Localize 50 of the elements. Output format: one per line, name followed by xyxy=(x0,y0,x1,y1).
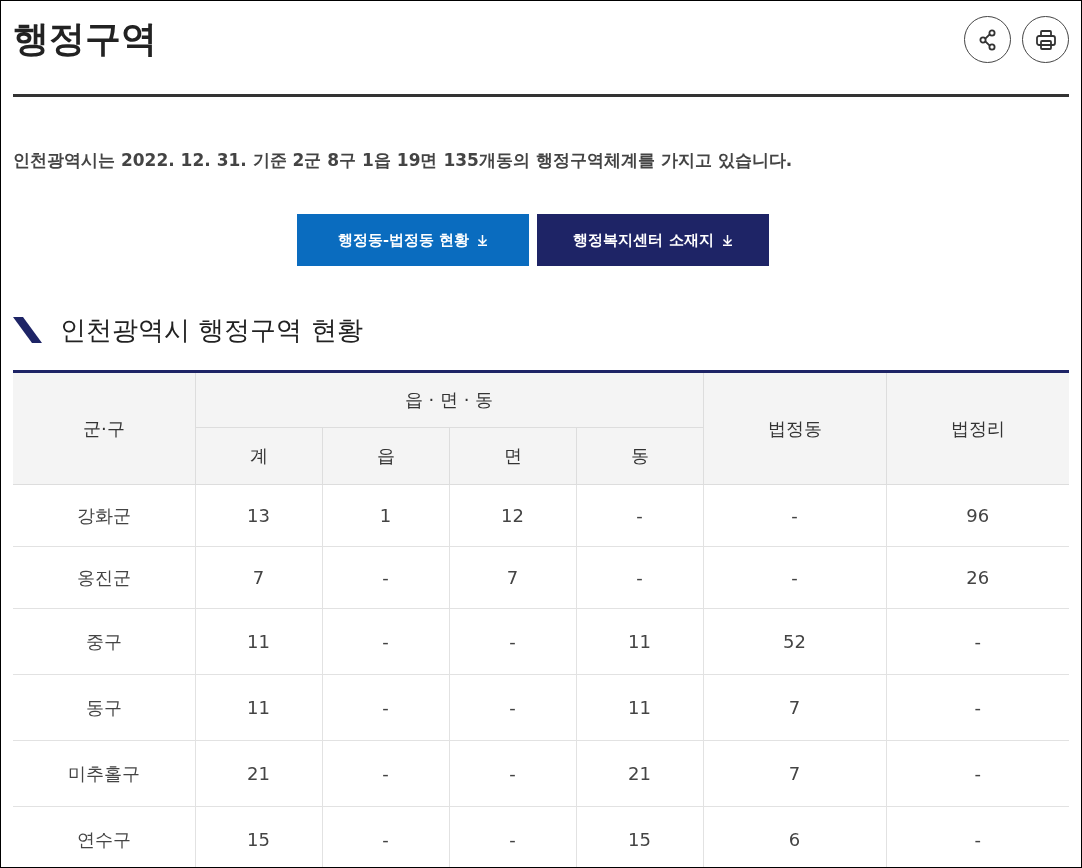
table-cell: 13 xyxy=(195,484,322,547)
table-cell: - xyxy=(576,546,704,609)
table-cell: 옹진군 xyxy=(13,546,195,609)
table-cell: 7 xyxy=(195,546,322,609)
column-header: 계 xyxy=(195,427,322,485)
table-cell: 52 xyxy=(703,608,887,675)
share-button[interactable] xyxy=(964,16,1011,63)
table-cell: - xyxy=(449,740,576,807)
slash-icon xyxy=(13,317,42,343)
table-cell: 11 xyxy=(576,608,704,675)
table-cell: 11 xyxy=(576,674,704,741)
column-header: 읍 xyxy=(322,427,449,485)
page-title: 행정구역 xyxy=(13,17,157,61)
section-title: 인천광역시 행정구역 현황 xyxy=(60,313,363,347)
column-header: 읍 · 면 · 동 xyxy=(195,371,704,428)
table-cell: 강화군 xyxy=(13,484,195,547)
column-header: 면 xyxy=(449,427,576,485)
table-cell: 중구 xyxy=(13,608,195,675)
table-cell: - xyxy=(322,546,449,609)
table-cell: 7 xyxy=(449,546,576,609)
download-icon xyxy=(477,234,489,246)
column-header: 법정리 xyxy=(886,371,1069,485)
share-icon xyxy=(977,28,998,51)
download-button[interactable]: 행정복지센터 소재지 xyxy=(537,214,769,266)
table-cell: - xyxy=(576,484,704,547)
table-cell: 11 xyxy=(195,674,322,741)
table-cell: 11 xyxy=(195,608,322,675)
table-cell: - xyxy=(703,484,887,547)
table-cell: - xyxy=(322,674,449,741)
table-cell: 1 xyxy=(322,484,449,547)
printer-icon xyxy=(1034,28,1057,51)
table-cell: 12 xyxy=(449,484,576,547)
table-cell: - xyxy=(449,674,576,741)
table-cell: 7 xyxy=(703,674,887,741)
table-cell: 7 xyxy=(703,740,887,807)
table-cell: 미추홀구 xyxy=(13,740,195,807)
summary-text: 인천광역시는 2022. 12. 31. 기준 2군 8구 1읍 19면 135개동의 행정구역체계를 가지고 있습니다. xyxy=(13,149,794,172)
print-button[interactable] xyxy=(1022,16,1069,63)
table-cell: - xyxy=(703,546,887,609)
column-header: 법정동 xyxy=(703,371,887,485)
table-cell: 동구 xyxy=(13,674,195,741)
table-cell: 21 xyxy=(576,740,704,807)
table-cell: 21 xyxy=(195,740,322,807)
column-header: 동 xyxy=(576,427,704,485)
column-header: 군·구 xyxy=(13,371,195,485)
table-cell: - xyxy=(449,608,576,675)
table-cell: - xyxy=(322,608,449,675)
download-icon xyxy=(721,234,733,246)
table-cell: - xyxy=(322,740,449,807)
download-button[interactable]: 행정동-법정동 현황 xyxy=(297,214,529,266)
